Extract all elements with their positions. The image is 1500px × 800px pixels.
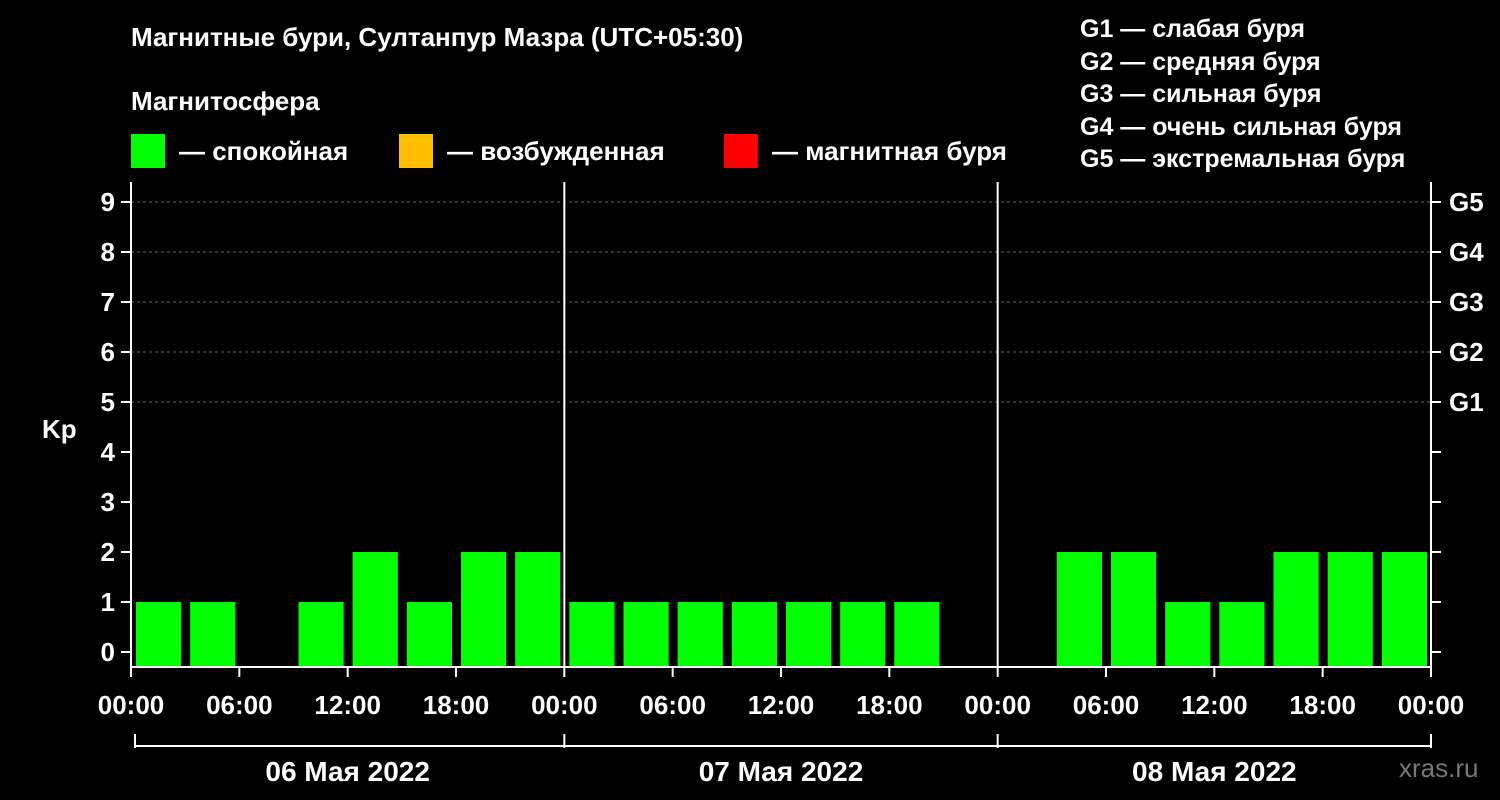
x-tick-label: 18:00	[1289, 690, 1356, 720]
x-tick-label: 00:00	[98, 690, 165, 720]
x-tick-label: 12:00	[1181, 690, 1248, 720]
y-tick-label: 6	[101, 337, 115, 367]
kp-bar	[840, 602, 886, 667]
x-tick-label: 00:00	[531, 690, 598, 720]
kp-bar	[569, 602, 615, 667]
kp-bar	[1165, 602, 1211, 667]
kp-bar-chart: 0 1 2 3 4 5 6 7 8 9 G1 G2 G3 G4 G5 00:00 06:00 12:00 18:00…	[98, 182, 1484, 787]
g-level-label-g5: G5	[1449, 187, 1484, 217]
date-label: 08 Мая 2022	[1132, 756, 1297, 787]
kp-bar	[1056, 552, 1102, 667]
kp-bar	[786, 602, 832, 667]
kp-bar	[677, 602, 723, 667]
y-tick-label: 7	[101, 287, 115, 317]
date-label: 06 Мая 2022	[265, 756, 430, 787]
kp-bar	[731, 602, 777, 667]
y-tick-label: 3	[101, 487, 115, 517]
kp-bar	[1219, 602, 1265, 667]
kp-bar	[894, 602, 940, 667]
kp-bar	[190, 602, 236, 667]
g-level-label-g4: G4	[1449, 237, 1484, 267]
x-tick-label: 06:00	[1073, 690, 1140, 720]
g-level-label-g2: G2	[1449, 337, 1484, 367]
y-tick-label: 5	[101, 387, 115, 417]
kp-bar	[136, 602, 182, 667]
kp-bar	[461, 552, 507, 667]
kp-bar	[1327, 552, 1373, 667]
y-tick-label: 8	[101, 237, 115, 267]
x-tick-label: 00:00	[964, 690, 1031, 720]
x-tick-label: 12:00	[314, 690, 381, 720]
kp-bar	[1273, 552, 1319, 667]
y-tick-label: 9	[101, 187, 115, 217]
kp-bar	[352, 552, 398, 667]
date-label: 07 Мая 2022	[699, 756, 864, 787]
x-tick-label: 18:00	[423, 690, 490, 720]
y-tick-label: 0	[101, 637, 115, 667]
kp-bar	[1381, 552, 1427, 667]
x-tick-label: 06:00	[206, 690, 273, 720]
kp-bar	[623, 602, 669, 667]
x-tick-label: 00:00	[1398, 690, 1465, 720]
kp-bar	[515, 552, 561, 667]
watermark: xras.ru	[1399, 753, 1479, 783]
x-tick-label: 12:00	[748, 690, 815, 720]
y-tick-label: 2	[101, 537, 115, 567]
y-tick-label: 4	[101, 437, 116, 467]
x-tick-label: 18:00	[856, 690, 923, 720]
kp-bar	[298, 602, 344, 667]
y-tick-label: 1	[101, 587, 115, 617]
x-tick-label: 06:00	[639, 690, 706, 720]
kp-bar	[1111, 552, 1157, 667]
kp-bar	[406, 602, 452, 667]
g-level-label-g1: G1	[1449, 387, 1484, 417]
g-level-label-g3: G3	[1449, 287, 1484, 317]
